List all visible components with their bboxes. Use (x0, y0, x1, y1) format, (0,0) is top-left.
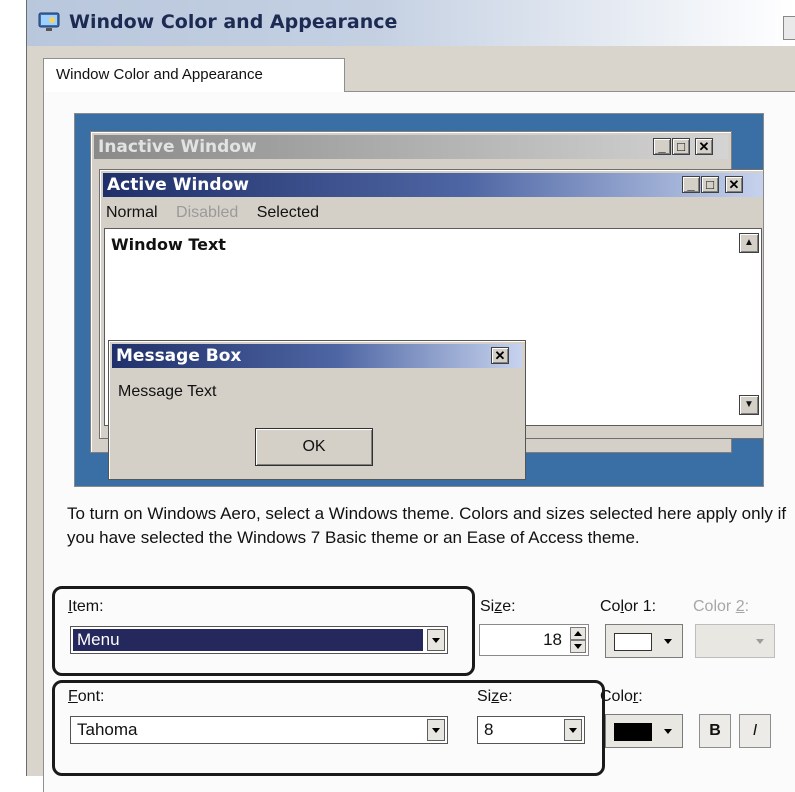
item-color1-label-start: Co (600, 598, 621, 615)
item-highlight-box (52, 586, 475, 676)
scroll-down-arrow-icon[interactable]: ▼ (739, 395, 759, 415)
item-color1-picker[interactable] (605, 624, 683, 658)
inactive-close-button[interactable]: ✕ (695, 138, 713, 155)
item-color2-label-end: : (744, 598, 750, 615)
inactive-maximize-button[interactable]: □ (672, 138, 690, 155)
item-size-label: Size: (480, 598, 516, 616)
italic-button[interactable]: I (739, 714, 771, 748)
message-box-close-button[interactable]: ✕ (491, 347, 509, 364)
active-minimize-button[interactable]: _ (682, 176, 700, 193)
tab-window-color-and-appearance[interactable]: Window Color and Appearance (43, 58, 345, 92)
item-color2-picker[interactable] (695, 624, 775, 658)
scroll-up-arrow-icon[interactable]: ▲ (739, 233, 759, 253)
appearance-preview[interactable]: Inactive Window _ □ ✕ Active Window _ □ … (74, 113, 764, 487)
color2-dropdown-arrow-icon (756, 639, 764, 644)
item-color1-label-end: or 1: (624, 598, 657, 615)
font-color-dropdown-arrow-icon (664, 729, 672, 734)
item-color2-label-start: Color (693, 598, 736, 615)
title-bar[interactable]: Window Color and Appearance (27, 0, 795, 46)
item-color2-label: Color 2: (693, 598, 749, 616)
preview-menu-bar[interactable]: Normal Disabled Selected (106, 204, 333, 222)
item-color2-label-accel: 2 (735, 598, 745, 615)
item-size-label-end: e: (502, 598, 516, 615)
item-size-label-start: Si (480, 598, 495, 615)
font-color-label: Color: (600, 688, 643, 706)
item-color1-swatch (614, 633, 652, 651)
font-color-label-end: : (638, 688, 643, 705)
display-settings-icon (38, 12, 60, 31)
spin-down-arrow-icon[interactable] (570, 640, 586, 653)
menu-item-normal[interactable]: Normal (106, 204, 158, 221)
window-text-label: Window Text (111, 235, 226, 254)
item-size-spinner[interactable]: 18 (479, 624, 589, 656)
close-button-edge[interactable] (783, 16, 795, 40)
active-window-title[interactable]: Active Window (103, 173, 763, 197)
item-color1-label: Color 1: (600, 598, 656, 616)
item-size-value: 18 (543, 630, 562, 649)
spin-up-arrow-icon[interactable] (570, 627, 586, 640)
active-close-button[interactable]: ✕ (725, 176, 743, 193)
inactive-minimize-button[interactable]: _ (653, 138, 671, 155)
message-box-title[interactable]: Message Box (112, 344, 522, 368)
font-highlight-box (52, 680, 605, 776)
dialog-window: Window Color and Appearance Window Color… (26, 0, 795, 792)
ok-button[interactable]: OK (255, 428, 373, 466)
message-box-preview[interactable]: Message Box ✕ Message Text OK (108, 340, 526, 480)
aero-info-text: To turn on Windows Aero, select a Window… (67, 504, 787, 547)
bold-button[interactable]: B (699, 714, 731, 748)
font-color-picker[interactable] (605, 714, 683, 748)
window-title: Window Color and Appearance (69, 11, 398, 33)
font-color-swatch (614, 723, 652, 741)
message-text[interactable]: Message Text (118, 383, 216, 401)
active-maximize-button[interactable]: □ (701, 176, 719, 193)
color1-dropdown-arrow-icon (664, 639, 672, 644)
menu-item-disabled[interactable]: Disabled (176, 204, 238, 221)
menu-item-selected[interactable]: Selected (257, 204, 319, 221)
inactive-window-title[interactable]: Inactive Window (94, 135, 728, 159)
